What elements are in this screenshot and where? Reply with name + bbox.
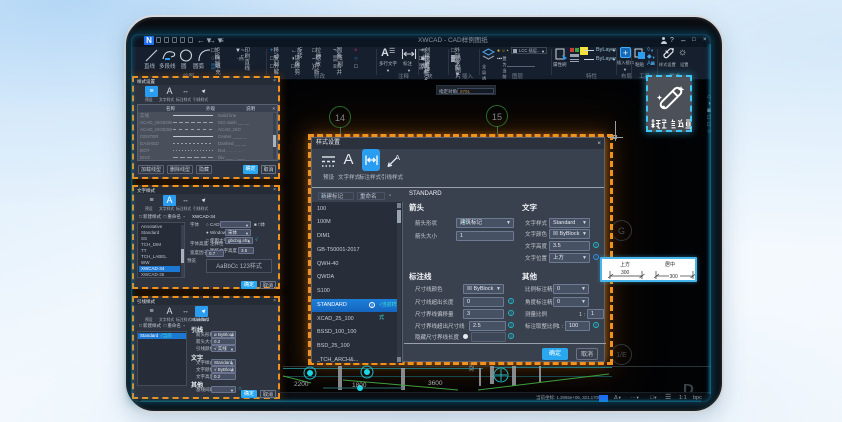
svg-text:300: 300 bbox=[670, 274, 679, 280]
svg-text:A: A bbox=[395, 153, 400, 162]
svg-text:300: 300 bbox=[621, 270, 630, 276]
